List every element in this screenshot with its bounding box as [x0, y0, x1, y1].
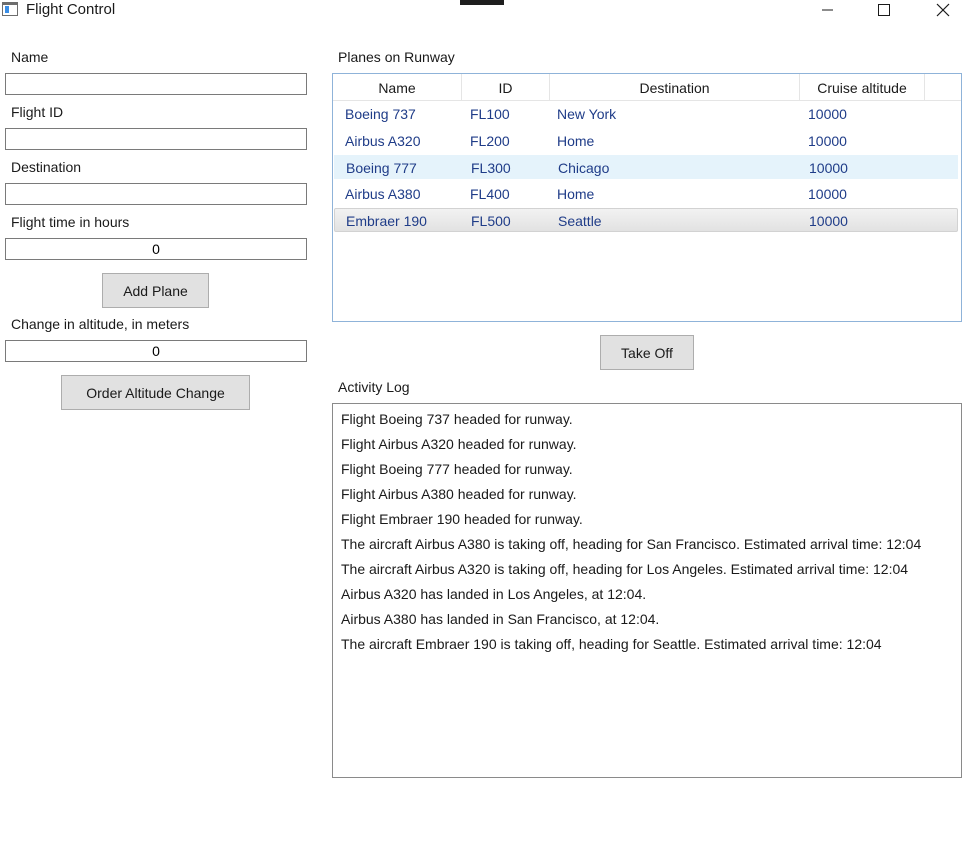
flight-id-input[interactable]	[5, 128, 307, 150]
cell-id: FL100	[470, 106, 510, 122]
minimize-button[interactable]	[805, 0, 851, 20]
cell-name: Airbus A320	[345, 132, 421, 149]
cell-id: FL500	[471, 213, 511, 229]
log-line: Flight Airbus A380 headed for runway.	[341, 486, 577, 502]
planes-list[interactable]: Name ID Destination Cruise altitude Boei…	[332, 73, 962, 322]
log-line: Flight Embraer 190 headed for runway.	[341, 511, 583, 527]
cell-name: Boeing 737	[345, 106, 416, 122]
log-line: Flight Boeing 737 headed for runway.	[341, 411, 573, 427]
flight-id-label: Flight ID	[11, 104, 64, 120]
close-icon	[936, 3, 950, 17]
table-row[interactable]: Embraer 190 FL500 Seattle 10000	[334, 208, 958, 232]
log-line: The aircraft Airbus A320 is taking off, …	[341, 561, 909, 577]
cell-name: Embraer 190	[346, 213, 427, 229]
add-plane-button[interactable]: Add Plane	[102, 273, 209, 308]
order-altitude-change-button[interactable]: Order Altitude Change	[61, 375, 250, 410]
flight-time-input[interactable]	[5, 238, 307, 260]
cell-id: FL300	[471, 160, 511, 176]
cell-destination: Home	[557, 185, 595, 202]
cell-altitude: 10000	[809, 160, 848, 176]
destination-label: Destination	[11, 159, 82, 175]
log-line: Airbus A380 has landed in San Francisco,…	[341, 611, 660, 627]
cell-id: FL400	[470, 185, 510, 202]
cell-name: Airbus A380	[345, 185, 421, 202]
altitude-change-label: Change in altitude, in meters	[11, 316, 190, 332]
planes-on-runway-label: Planes on Runway	[338, 49, 455, 65]
name-input[interactable]	[5, 73, 307, 95]
column-header-cruise-altitude[interactable]: Cruise altitude	[800, 74, 925, 100]
maximize-button[interactable]	[861, 0, 907, 20]
table-row[interactable]: Airbus A380 FL400 Home 10000	[334, 182, 958, 206]
cell-altitude: 10000	[808, 106, 847, 122]
app-window-icon	[2, 2, 18, 16]
cell-destination: Chicago	[558, 160, 610, 176]
window-title: Flight Control	[26, 1, 116, 18]
table-row[interactable]: Airbus A320 FL200 Home 10000	[334, 129, 958, 153]
log-line: Flight Airbus A320 headed for runway.	[341, 436, 577, 452]
column-header-name[interactable]: Name	[333, 74, 462, 100]
table-row[interactable]: Boeing 737 FL100 New York 10000	[334, 102, 958, 126]
cell-name: Boeing 777	[346, 160, 417, 176]
log-line: The aircraft Embraer 190 is taking off, …	[341, 636, 882, 652]
list-header: Name ID Destination Cruise altitude	[333, 74, 961, 101]
log-line: Flight Boeing 777 headed for runway.	[341, 461, 573, 477]
activity-log-label: Activity Log	[338, 379, 410, 395]
minimize-icon	[822, 9, 833, 11]
cell-destination: Seattle	[558, 213, 602, 229]
close-button[interactable]	[920, 0, 966, 20]
cell-id: FL200	[470, 132, 510, 149]
cell-destination: New York	[557, 106, 617, 122]
log-line: Airbus A320 has landed in Los Angeles, a…	[341, 586, 647, 602]
flight-time-label: Flight time in hours	[11, 214, 130, 230]
destination-input[interactable]	[5, 183, 307, 205]
cell-altitude: 10000	[809, 213, 848, 229]
altitude-change-input[interactable]	[5, 340, 307, 362]
activity-log[interactable]: Flight Boeing 737 headed for runway. Flig…	[332, 403, 962, 778]
cell-altitude: 10000	[808, 132, 847, 149]
maximize-icon	[878, 4, 890, 16]
cell-altitude: 10000	[808, 185, 847, 202]
decorative-tab	[460, 0, 504, 5]
log-line: The aircraft Airbus A380 is taking off, …	[341, 536, 922, 552]
cell-destination: Home	[557, 132, 595, 149]
table-row[interactable]: Boeing 777 FL300 Chicago 10000	[334, 155, 958, 179]
column-header-id[interactable]: ID	[462, 74, 550, 100]
name-label: Name	[11, 49, 49, 65]
take-off-button[interactable]: Take Off	[600, 335, 694, 370]
column-header-destination[interactable]: Destination	[550, 74, 800, 100]
title-bar: Flight Control	[0, 0, 972, 20]
